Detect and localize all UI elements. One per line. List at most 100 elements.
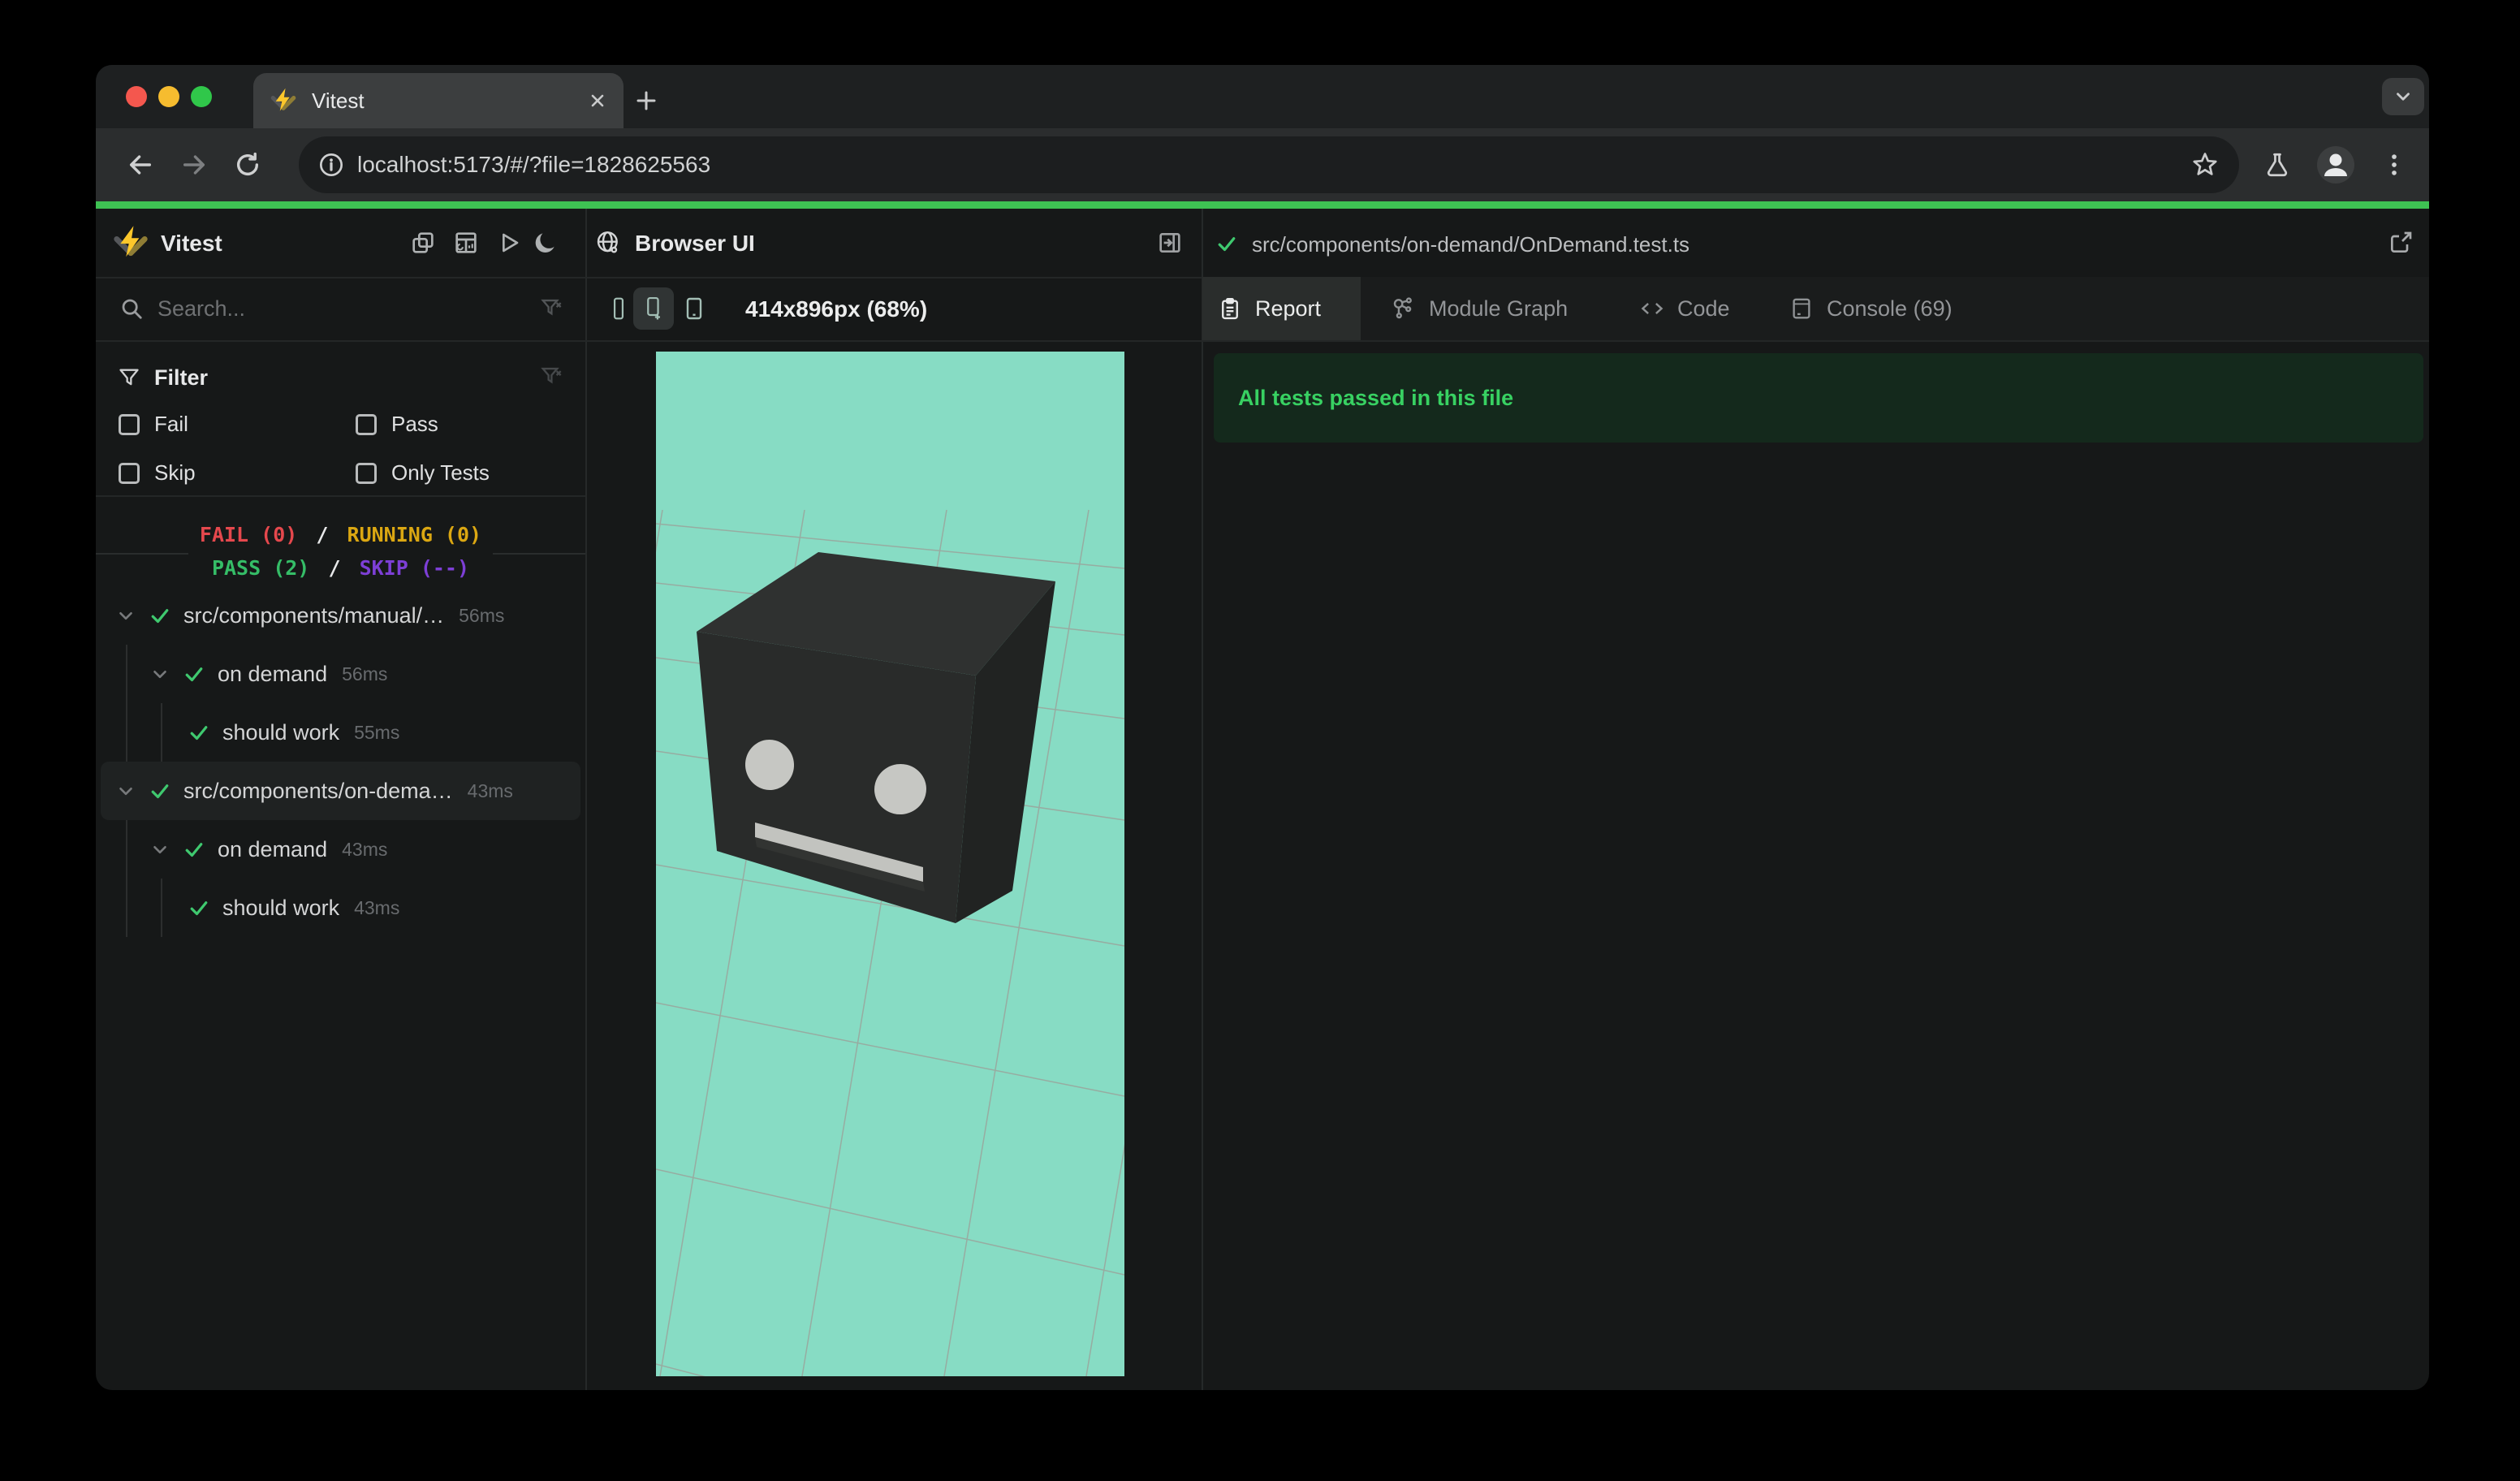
summary-line-1: FAIL (0) / RUNNING (0)	[199, 523, 482, 546]
tree-suite-row[interactable]: on demand 43ms	[96, 820, 585, 879]
vitest-accent-bar	[96, 201, 2429, 209]
pass-check-icon	[151, 609, 169, 624]
tab-module-graph[interactable]: Module Graph	[1390, 277, 1568, 340]
fail-checkbox[interactable]	[119, 413, 140, 435]
chevron-down-icon[interactable]	[115, 605, 136, 626]
module-graph-icon	[1393, 297, 1412, 319]
filter-funnel-icon	[117, 365, 141, 390]
dock-panel-right-icon[interactable]	[1156, 229, 1184, 257]
tab-report-label: Report	[1255, 296, 1322, 321]
test-file-name: src/components/on-dema…	[183, 778, 453, 803]
pass-checkbox[interactable]	[356, 413, 377, 435]
test-file-path: src/components/on-demand/OnDemand.test.t…	[1252, 232, 1690, 257]
preview-divider[interactable]	[1202, 209, 1203, 1390]
chevron-down-icon[interactable]	[115, 780, 136, 801]
bookmark-star-icon[interactable]	[2190, 150, 2220, 179]
preview-panel-title: Browser UI	[635, 231, 755, 256]
test-duration: 55ms	[354, 721, 400, 743]
test-duration: 56ms	[459, 604, 505, 626]
run-all-icon[interactable]	[495, 229, 523, 257]
suite-name: on demand	[218, 836, 328, 861]
skip-checkbox[interactable]	[119, 462, 140, 484]
screenshot-stage: Vitest localhost:5173/#/?file=1828625563	[0, 0, 2520, 1481]
device-phone-small-icon[interactable]	[606, 295, 632, 322]
browser-window: Vitest localhost:5173/#/?file=1828625563	[96, 65, 2429, 1390]
skip-label: Skip	[154, 460, 196, 485]
test-summary: FAIL (0) / RUNNING (0) PASS (2) / SKIP (…	[96, 518, 585, 585]
dashboard-icon[interactable]	[452, 229, 480, 257]
search-input[interactable]	[156, 296, 468, 322]
viewport-dimensions[interactable]: 414x896px (68%)	[745, 296, 927, 322]
vitest-logo-icon	[112, 224, 149, 261]
close-tab-icon[interactable]	[588, 91, 607, 110]
device-tablet-icon[interactable]	[680, 295, 708, 322]
chevron-down-icon[interactable]	[149, 839, 170, 860]
tree-test-row[interactable]: should work 43ms	[96, 879, 585, 937]
fail-count: FAIL (0)	[199, 523, 298, 546]
forward-button[interactable]	[179, 149, 209, 180]
collapse-panels-icon[interactable]	[409, 229, 437, 257]
address-bar[interactable]: localhost:5173/#/?file=1828625563	[299, 136, 2239, 193]
all-tests-passed-banner: All tests passed in this file	[1214, 353, 2423, 443]
tab-title: Vitest	[312, 88, 365, 113]
filter-option-only-tests[interactable]: Only Tests	[356, 460, 490, 486]
tree-test-row[interactable]: should work 55ms	[96, 703, 585, 762]
zoom-window-button[interactable]	[191, 86, 212, 107]
test-name: should work	[222, 895, 340, 920]
tested-app-viewport[interactable]	[656, 352, 1124, 1376]
browser-menu-icon[interactable]	[2379, 149, 2410, 180]
search-icon	[119, 296, 145, 322]
vitest-favicon-icon	[270, 87, 297, 114]
experiments-flask-icon[interactable]	[2262, 149, 2293, 180]
skip-count: SKIP (--)	[359, 556, 470, 580]
browser-tab[interactable]: Vitest	[253, 73, 624, 128]
clear-search-filter-icon[interactable]	[539, 296, 565, 322]
file-pass-check-icon	[1218, 237, 1236, 252]
site-info-icon[interactable]	[318, 152, 344, 178]
sidebar-title: Vitest	[161, 231, 222, 256]
test-duration: 43ms	[354, 896, 400, 918]
tree-file-row-selected[interactable]: src/components/on-dema… 43ms	[96, 762, 585, 820]
reload-button[interactable]	[232, 149, 263, 180]
clipboard-icon	[1222, 297, 1238, 320]
summary-line-2: PASS (2) / SKIP (--)	[211, 556, 470, 580]
tree-suite-row[interactable]: on demand 56ms	[96, 645, 585, 703]
chevron-down-icon[interactable]	[149, 663, 170, 684]
device-phone-plus-icon[interactable]	[641, 295, 667, 322]
fail-label: Fail	[154, 412, 188, 436]
back-button[interactable]	[125, 149, 156, 180]
tab-code-label: Code	[1677, 296, 1730, 321]
pass-check-icon	[190, 726, 208, 740]
robot-head-3d-scene	[656, 509, 1124, 1376]
console-icon	[1793, 298, 1810, 319]
tab-console[interactable]: Console (69)	[1789, 277, 1953, 340]
only-tests-label: Only Tests	[391, 460, 490, 485]
minimize-window-button[interactable]	[158, 86, 179, 107]
profile-avatar[interactable]	[2316, 145, 2355, 184]
clear-filter-icon[interactable]	[539, 364, 565, 390]
filter-option-skip[interactable]: Skip	[119, 460, 196, 486]
robot-cube	[697, 552, 1055, 923]
close-window-button[interactable]	[126, 86, 147, 107]
tree-file-row[interactable]: src/components/manual/… 56ms	[96, 586, 585, 645]
url-text[interactable]: localhost:5173/#/?file=1828625563	[357, 152, 710, 178]
subheader-divider	[96, 340, 2429, 342]
globe-icon	[594, 229, 622, 257]
tab-report[interactable]: Report	[1218, 277, 1321, 340]
sidebar-divider[interactable]	[585, 209, 587, 1390]
pass-check-icon	[151, 784, 169, 799]
new-tab-button[interactable]	[633, 88, 659, 114]
test-duration: 43ms	[342, 838, 388, 860]
code-icon	[1641, 303, 1663, 314]
filter-option-pass[interactable]: Pass	[356, 412, 438, 437]
tab-search-button[interactable]	[2382, 78, 2424, 115]
only-tests-checkbox[interactable]	[356, 462, 377, 484]
open-external-icon[interactable]	[2387, 229, 2414, 257]
tab-code[interactable]: Code	[1638, 277, 1730, 340]
filter-option-fail[interactable]: Fail	[119, 412, 188, 437]
suite-name: on demand	[218, 661, 328, 686]
test-name: should work	[222, 719, 340, 745]
tab-console-label: Console (69)	[1827, 296, 1953, 321]
pass-label: Pass	[391, 412, 438, 436]
dark-mode-moon-icon[interactable]	[533, 229, 560, 257]
